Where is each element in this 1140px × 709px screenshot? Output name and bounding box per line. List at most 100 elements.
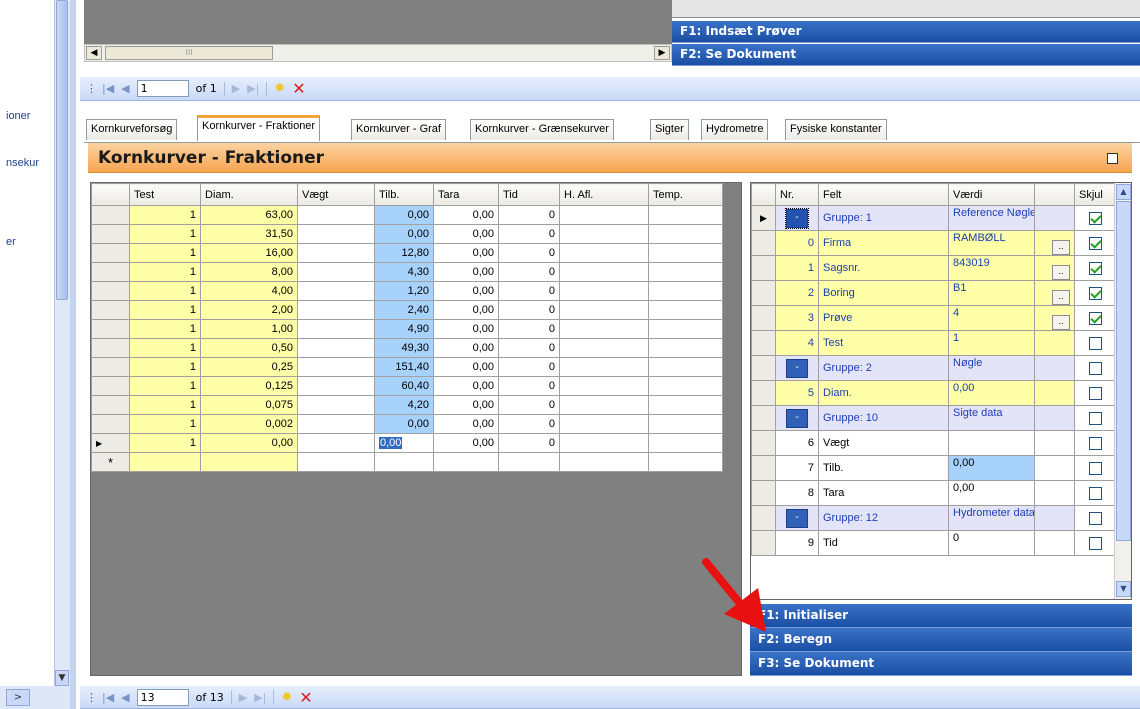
cell-h-afl[interactable] [559,433,649,453]
calculate-button[interactable]: F2: Beregn [750,628,1132,652]
next-record-icon[interactable]: ▶ [232,82,240,95]
scroll-up-icon[interactable]: ▲ [1116,184,1131,200]
ellipsis-button[interactable]: .. [1052,314,1070,330]
cell-test[interactable]: 1 [129,205,201,225]
row-selector[interactable] [751,255,776,281]
column-header-tilb[interactable]: Tilb. [374,183,434,206]
cell-test[interactable]: 1 [129,319,201,339]
cell-tid[interactable]: 0 [498,262,560,282]
initialize-button[interactable]: F1: Initialiser [750,604,1132,628]
cell-h-afl[interactable] [559,205,649,225]
field-value[interactable]: 0,00 [948,480,1035,506]
selected-cell-value[interactable]: 0,00 [379,437,403,449]
cell-vaegt[interactable] [297,262,375,282]
cell-vaegt[interactable] [297,376,375,396]
cell-diam[interactable]: 8,00 [200,262,298,282]
checkbox-icon[interactable] [1088,386,1102,400]
tab-kornkurver-graf[interactable]: Kornkurver - Graf [351,119,446,140]
new-row-cell[interactable] [559,452,649,472]
cell-test[interactable]: 1 [129,262,201,282]
cell-tara[interactable]: 0,00 [433,243,499,263]
checkbox-icon[interactable] [1088,361,1102,375]
left-nav-item[interactable]: er [6,236,16,248]
cell-diam[interactable]: 16,00 [200,243,298,263]
column-header-button[interactable] [1034,183,1075,206]
cell-temp[interactable] [648,338,723,358]
field-value[interactable]: 843019 [948,255,1035,281]
cell-h-afl[interactable] [559,319,649,339]
row-selector[interactable]: ▶ [751,205,776,231]
cell-tilb[interactable]: 0,00 [374,205,434,225]
scroll-down-icon[interactable]: ▼ [55,670,69,686]
cell-vaegt[interactable] [297,205,375,225]
group-toggle-cell[interactable]: - [775,505,819,531]
view-document-button[interactable]: F3: Se Dokument [750,652,1132,676]
cell-vaegt[interactable] [297,243,375,263]
row-selector[interactable] [91,338,130,358]
cell-tilb[interactable]: 60,40 [374,376,434,396]
cell-h-afl[interactable] [559,262,649,282]
checkbox-icon[interactable] [1088,511,1102,525]
last-record-icon[interactable]: ▶| [247,82,259,95]
cell-tilb[interactable]: 0,00 [374,224,434,244]
cell-tilb[interactable]: 1,20 [374,281,434,301]
cell-tilb[interactable]: 4,90 [374,319,434,339]
cell-h-afl[interactable] [559,281,649,301]
cell-h-afl[interactable] [559,376,649,396]
cell-diam[interactable]: 2,00 [200,300,298,320]
cell-test[interactable]: 1 [129,338,201,358]
checkbox-icon[interactable] [1088,461,1102,475]
cell-tid[interactable]: 0 [498,357,560,377]
first-record-icon[interactable]: |◀ [102,691,114,704]
left-nav-item[interactable]: nsekur [6,157,39,169]
delete-icon[interactable]: ✕ [299,688,312,707]
tab-kornkurver-fraktioner[interactable]: Kornkurver - Fraktioner [197,115,321,141]
top-horizontal-scrollbar[interactable]: ◀ III ▶ [84,44,672,62]
ellipsis-button[interactable]: .. [1052,289,1070,305]
cell-test[interactable]: 1 [129,376,201,396]
cell-diam[interactable]: 0,00 [200,433,298,453]
cell-tid[interactable]: 0 [498,281,560,301]
row-selector[interactable] [751,480,776,506]
checkbox-icon[interactable] [1088,436,1102,450]
cell-vaegt[interactable] [297,319,375,339]
row-selector[interactable] [91,205,130,225]
column-header-tid[interactable]: Tid [498,183,560,206]
cell-vaegt[interactable] [297,338,375,358]
cell-tara[interactable]: 0,00 [433,433,499,453]
cell-tid[interactable]: 0 [498,338,560,358]
tab-kornkurver-graensekurver[interactable]: Kornkurver - Grænsekurver [470,119,614,140]
field-value[interactable]: 0 [948,530,1035,556]
checkbox-icon[interactable] [1088,486,1102,500]
cell-test[interactable]: 1 [129,414,201,434]
row-selector[interactable] [91,357,130,377]
row-selector[interactable] [751,455,776,481]
cell-tilb[interactable]: 4,20 [374,395,434,415]
cell-tid[interactable]: 0 [498,300,560,320]
cell-temp[interactable] [648,205,723,225]
checkbox-checked-icon[interactable] [1088,311,1102,325]
previous-record-icon[interactable]: ◀ [121,82,129,95]
row-selector[interactable] [751,380,776,406]
column-header-skjul[interactable]: Skjul [1074,183,1116,206]
checkbox-checked-icon[interactable] [1088,261,1102,275]
column-header-vaerdi[interactable]: Værdi [948,183,1035,206]
cell-diam[interactable]: 0,25 [200,357,298,377]
checkbox-checked-icon[interactable] [1088,236,1102,250]
row-selector[interactable] [91,262,130,282]
group-toggle-cell[interactable]: - [775,355,819,381]
cell-test[interactable]: 1 [129,281,201,301]
view-document-button[interactable]: F2: Se Dokument [672,44,1140,66]
cell-h-afl[interactable] [559,243,649,263]
collapse-icon[interactable]: - [786,358,808,378]
cell-vaegt[interactable] [297,281,375,301]
cell-test[interactable]: 1 [129,300,201,320]
cell-temp[interactable] [648,433,723,453]
cell-temp[interactable] [648,300,723,320]
previous-record-icon[interactable]: ◀ [121,691,129,704]
row-selector[interactable] [91,243,130,263]
cell-tara[interactable]: 0,00 [433,395,499,415]
cell-vaegt[interactable] [297,395,375,415]
cell-tid[interactable]: 0 [498,414,560,434]
delete-icon[interactable]: ✕ [292,79,305,98]
